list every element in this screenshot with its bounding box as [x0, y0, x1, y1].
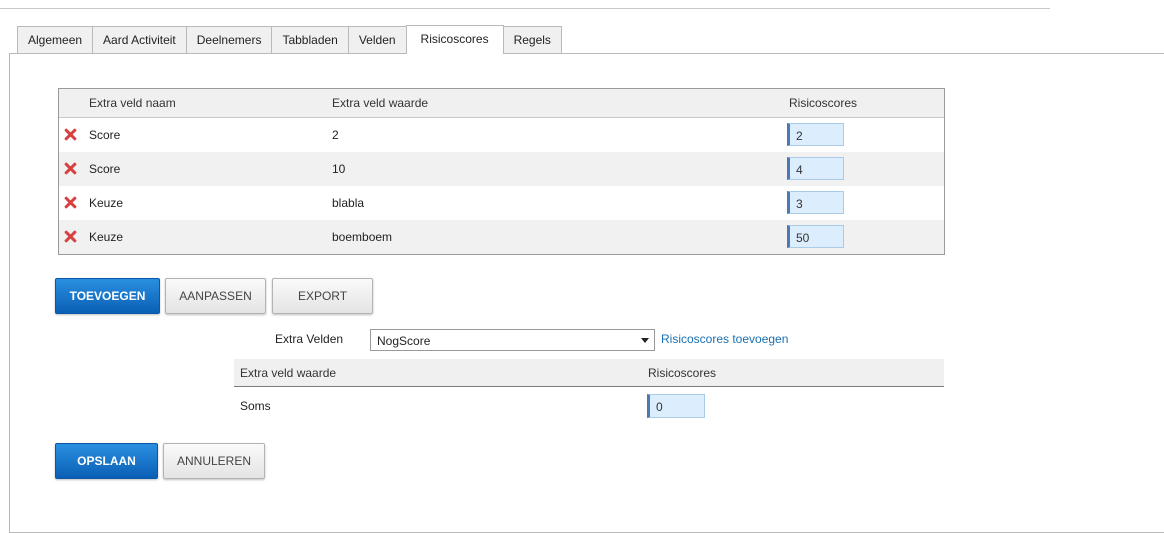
delete-icon[interactable] [64, 230, 77, 243]
edit-button[interactable]: AANPASSEN [165, 278, 266, 314]
subgrid-header: Extra veld waarde Risicoscores [234, 359, 944, 387]
chevron-down-icon [641, 338, 649, 343]
extra-fields-select[interactable]: NogScore [370, 329, 655, 351]
export-button[interactable]: EXPORT [272, 278, 373, 314]
delete-icon[interactable] [64, 196, 77, 209]
score-input[interactable] [787, 157, 844, 180]
dropdown-button[interactable] [637, 330, 653, 350]
delete-icon[interactable] [64, 128, 77, 141]
table-row: Soms [234, 387, 944, 423]
tab-bar: Algemeen Aard Activiteit Deelnemers Tabb… [17, 25, 562, 54]
row-name: Score [89, 162, 121, 176]
tab-deelnemers[interactable]: Deelnemers [185, 26, 273, 53]
score-input[interactable] [647, 394, 705, 418]
column-header-score[interactable]: Risicoscores [789, 96, 857, 110]
add-risicoscores-link[interactable]: Risicoscores toevoegen [661, 332, 788, 346]
row-value: 10 [332, 162, 346, 176]
top-divider [0, 8, 1050, 9]
score-input[interactable] [787, 225, 844, 248]
table-row: Score 10 [59, 152, 944, 186]
tab-regels[interactable]: Regels [502, 26, 562, 53]
extra-values-grid: Extra veld waarde Risicoscores Soms [234, 359, 944, 423]
row-value: Soms [240, 399, 271, 413]
row-value: 2 [332, 128, 339, 142]
row-name: Score [89, 128, 121, 142]
cancel-button[interactable]: ANNULEREN [163, 443, 265, 479]
row-value: boemboem [332, 230, 393, 244]
row-name: Keuze [89, 230, 124, 244]
grid-header: Extra veld naam Extra veld waarde Risico… [59, 89, 944, 118]
column-header-value[interactable]: Extra veld waarde [240, 366, 336, 380]
add-button[interactable]: TOEVOEGEN [55, 278, 160, 314]
table-row: Score 2 [59, 118, 944, 152]
column-header-value[interactable]: Extra veld waarde [332, 96, 428, 110]
score-input[interactable] [787, 191, 844, 214]
table-row: Keuze boemboem [59, 220, 944, 254]
row-value: blabla [332, 196, 365, 210]
tab-risicoscores[interactable]: Risicoscores [405, 25, 504, 54]
tab-velden[interactable]: Velden [347, 26, 407, 53]
tab-algemeen[interactable]: Algemeen [17, 26, 94, 53]
extra-fields-label: Extra Velden [275, 332, 344, 346]
column-header-name[interactable]: Extra veld naam [89, 96, 176, 110]
risicoscores-grid: Extra veld naam Extra veld waarde Risico… [58, 88, 945, 255]
row-name: Keuze [89, 196, 124, 210]
tab-tabbladen[interactable]: Tabbladen [271, 26, 349, 53]
score-input[interactable] [787, 123, 844, 146]
delete-icon[interactable] [64, 162, 77, 175]
column-header-score[interactable]: Risicoscores [648, 366, 716, 380]
extra-fields-selected: NogScore [377, 334, 431, 348]
tab-aard-activiteit[interactable]: Aard Activiteit [92, 26, 187, 53]
table-row: Keuze blabla [59, 186, 944, 220]
save-button[interactable]: OPSLAAN [55, 443, 158, 479]
